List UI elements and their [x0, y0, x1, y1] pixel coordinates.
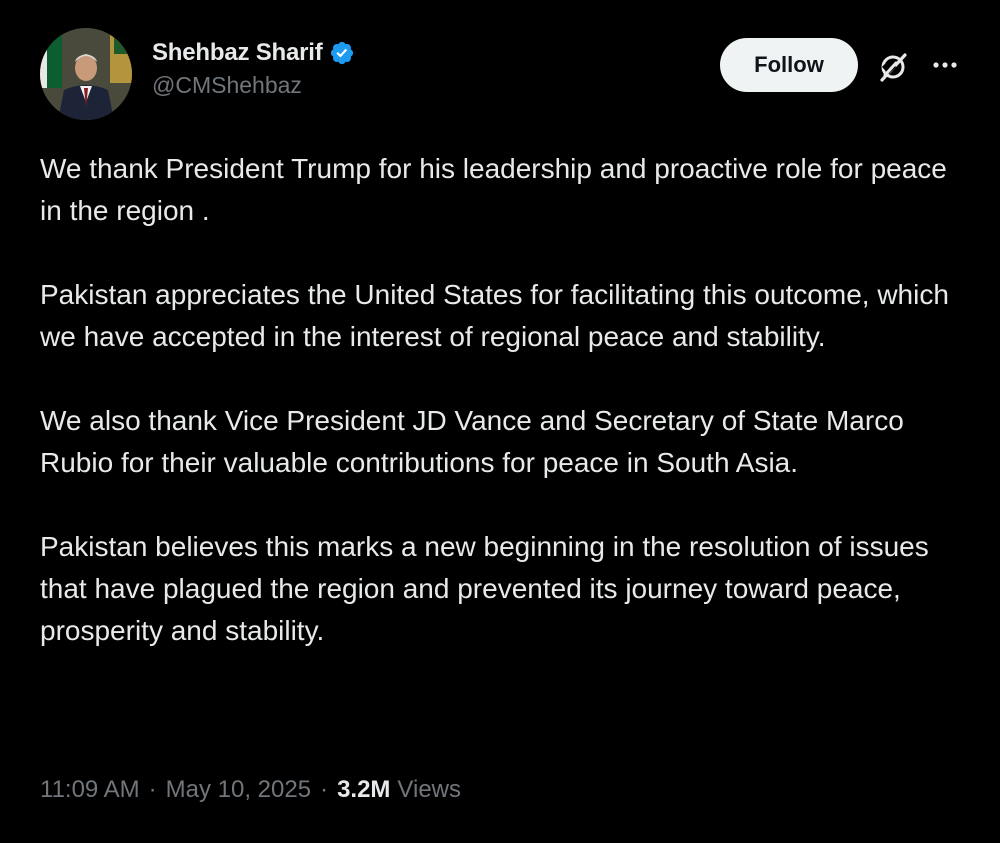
- meta-separator: ·: [148, 776, 157, 803]
- follow-button[interactable]: Follow: [720, 38, 858, 92]
- author-display-name[interactable]: Shehbaz Sharif: [152, 39, 323, 67]
- views-count[interactable]: 3.2M: [337, 776, 390, 804]
- author-block: Shehbaz Sharif @CMShehbaz: [152, 38, 355, 99]
- tweet-paragraph: We also thank Vice President JD Vance an…: [40, 405, 904, 478]
- author-handle[interactable]: @CMShehbaz: [152, 72, 355, 99]
- tweet-paragraph: Pakistan believes this marks a new begin…: [40, 531, 929, 646]
- tweet-date[interactable]: May 10, 2025: [166, 776, 311, 804]
- tweet-metadata: 11:09 AM · May 10, 2025 · 3.2M Views: [40, 776, 461, 804]
- verified-badge-icon: [329, 40, 355, 66]
- tweet-text: We thank President Trump for his leaders…: [40, 148, 970, 652]
- views-label: Views: [397, 776, 462, 803]
- avatar[interactable]: [40, 28, 132, 120]
- tweet-paragraph: Pakistan appreciates the United States f…: [40, 279, 949, 352]
- tweet: Shehbaz Sharif @CMShehbaz Follow We than…: [0, 0, 1000, 843]
- grok-icon[interactable]: [876, 50, 910, 84]
- tweet-header: Shehbaz Sharif @CMShehbaz Follow: [40, 28, 970, 120]
- more-options-icon[interactable]: [930, 52, 960, 78]
- tweet-time[interactable]: 11:09 AM: [40, 776, 140, 804]
- tweet-paragraph: We thank President Trump for his leaders…: [40, 153, 947, 226]
- name-row: Shehbaz Sharif: [152, 38, 355, 68]
- meta-separator: ·: [320, 776, 329, 803]
